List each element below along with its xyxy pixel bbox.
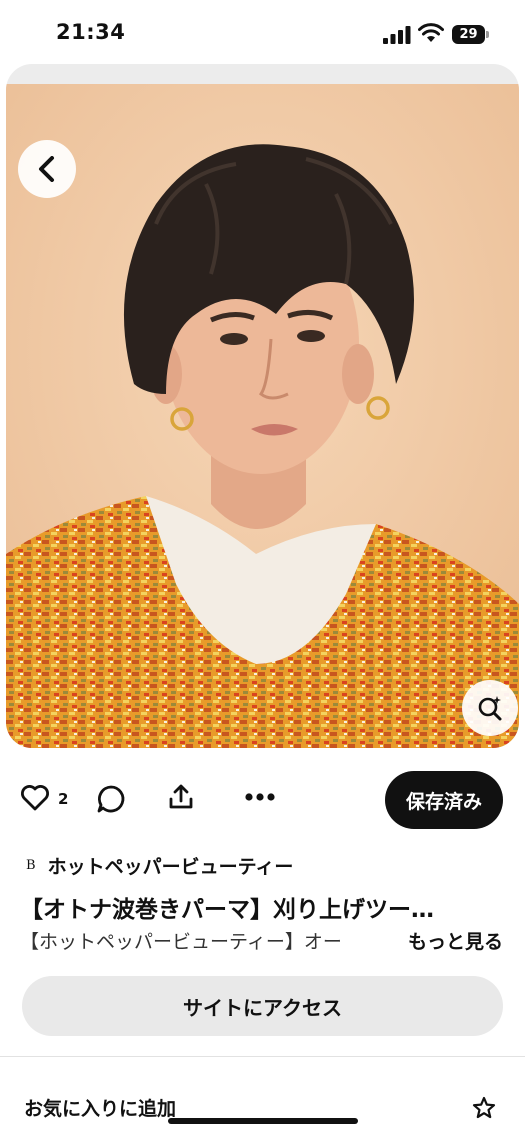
battery-level: 29	[452, 25, 485, 44]
more-icon	[245, 793, 275, 801]
comment-icon	[97, 785, 125, 813]
home-indicator	[168, 1118, 358, 1124]
visual-search-button[interactable]	[462, 680, 518, 736]
visit-site-button[interactable]: サイトにアクセス	[22, 976, 503, 1036]
chevron-left-icon	[39, 156, 54, 182]
status-time: 21:34	[56, 20, 126, 44]
saved-button[interactable]: 保存済み	[385, 771, 503, 829]
star-icon[interactable]	[472, 1096, 496, 1120]
pin-description-row: 【ホットペッパービューティー】オー もっと見る	[20, 927, 506, 955]
pin-title: 【オトナ波巻きパーマ】刈り上げツー…	[20, 897, 434, 923]
add-to-favorites-row[interactable]: お気に入りに追加	[0, 1082, 525, 1132]
see-more-link[interactable]: もっと見る	[408, 927, 503, 954]
wifi-icon	[418, 23, 444, 42]
add-to-favorites-label: お気に入りに追加	[24, 1098, 177, 1120]
source-name: ホットペッパービューティー	[47, 855, 294, 878]
divider	[0, 1056, 525, 1057]
source-link[interactable]: B ホットペッパービューティー	[26, 852, 293, 878]
heart-icon	[21, 785, 49, 811]
pin-card	[6, 64, 519, 748]
battery-icon: 29	[452, 25, 490, 44]
like-count: 2	[58, 790, 69, 808]
like-button[interactable]	[20, 784, 50, 812]
pin-actions: 2 保存済み	[0, 768, 525, 832]
source-logo: B	[26, 857, 36, 873]
signal-icon	[383, 26, 411, 44]
pin-description: 【ホットペッパービューティー】オー	[20, 931, 342, 953]
visual-search-icon	[478, 696, 502, 721]
pin-image[interactable]	[6, 84, 519, 748]
status-bar: 21:34 29	[0, 0, 525, 62]
share-icon	[169, 784, 193, 809]
back-button[interactable]	[18, 140, 76, 198]
comment-button[interactable]	[96, 784, 126, 814]
share-button[interactable]	[166, 782, 196, 812]
more-button[interactable]	[244, 790, 276, 804]
